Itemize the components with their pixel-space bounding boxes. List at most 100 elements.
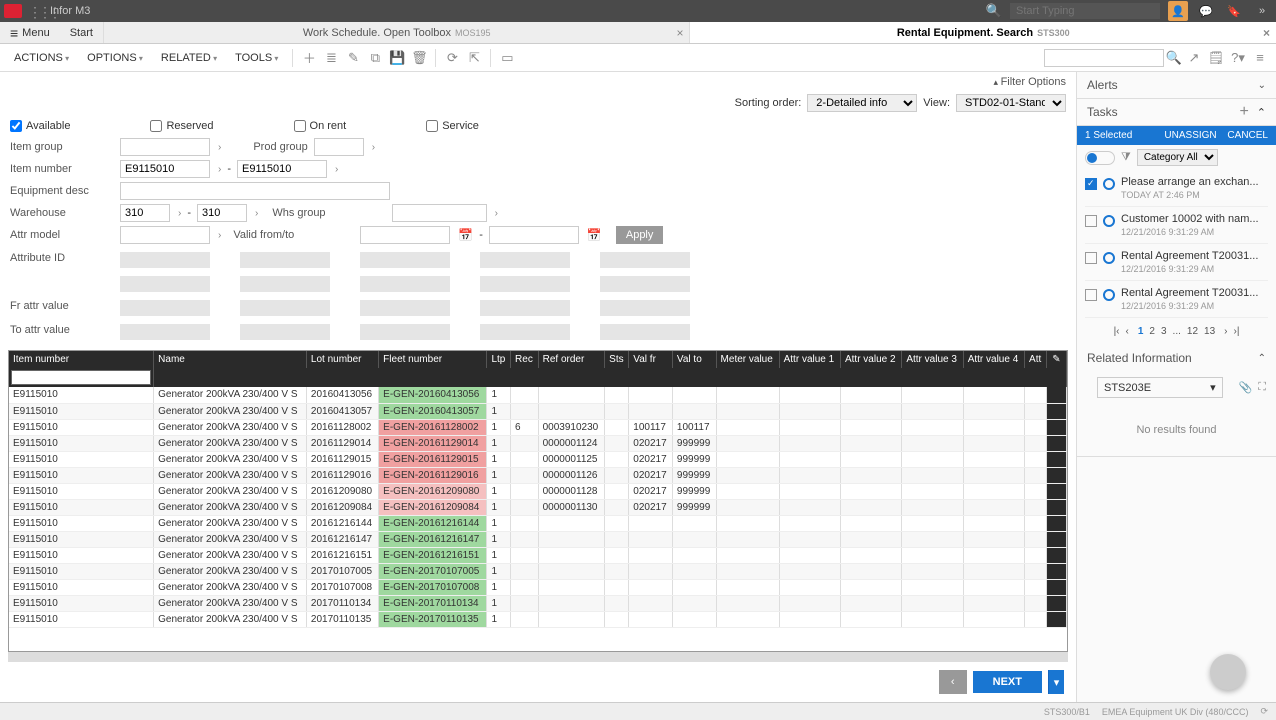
user-icon[interactable]: 👤 (1168, 1, 1188, 21)
column-header[interactable]: Val to (672, 351, 716, 368)
table-row[interactable]: E9115010Generator 200kVA 230/400 V S2016… (9, 387, 1067, 403)
table-row[interactable]: E9115010Generator 200kVA 230/400 V S2016… (9, 467, 1067, 483)
tasks-header[interactable]: Tasks (1077, 99, 1231, 125)
back-button[interactable]: ‹ (939, 670, 967, 694)
search-icon[interactable]: 🔍 (986, 3, 1002, 19)
attach-icon[interactable]: 📎 (1239, 381, 1253, 394)
table-row[interactable]: E9115010Generator 200kVA 230/400 V S2016… (9, 515, 1067, 531)
options-menu[interactable]: OPTIONS (79, 50, 151, 66)
alerts-header[interactable]: Alerts⌄ (1077, 72, 1276, 98)
table-row[interactable]: E9115010Generator 200kVA 230/400 V S2017… (9, 579, 1067, 595)
task-item[interactable]: Rental Agreement T20031... 12/21/2016 9:… (1085, 281, 1268, 318)
table-row[interactable]: E9115010Generator 200kVA 230/400 V S2016… (9, 499, 1067, 515)
next-button[interactable]: NEXT (973, 671, 1042, 693)
table-row[interactable]: E9115010Generator 200kVA 230/400 V S2016… (9, 403, 1067, 419)
column-header[interactable]: Ref order (538, 351, 605, 368)
funnel-icon[interactable]: ⧩ (1121, 151, 1131, 164)
export-icon[interactable]: ⇱ (464, 48, 484, 68)
table-row[interactable]: E9115010Generator 200kVA 230/400 V S2016… (9, 483, 1067, 499)
task-checkbox[interactable] (1085, 215, 1097, 227)
reserved-checkbox[interactable]: Reserved (150, 120, 213, 132)
pager-prev-icon[interactable]: ‹ (1126, 326, 1129, 337)
attr-model-input[interactable] (120, 226, 210, 244)
column-header[interactable]: Attr value 3 (902, 351, 963, 368)
refresh-icon[interactable]: ⟳ (442, 48, 462, 68)
table-row[interactable]: E9115010Generator 200kVA 230/400 V S2016… (9, 531, 1067, 547)
view-select[interactable]: STD02-01-Standard view (956, 94, 1066, 112)
column-header[interactable]: Fleet number (379, 351, 487, 368)
expand-icon[interactable]: » (1252, 1, 1272, 21)
item-number-from[interactable] (120, 160, 210, 178)
list-icon[interactable]: ≣ (321, 48, 341, 68)
messages-icon[interactable]: 💬 (1196, 1, 1216, 21)
open-icon[interactable]: ↗ (1184, 48, 1204, 68)
close-icon[interactable]: × (1263, 26, 1270, 40)
expand-icon[interactable]: ⛶ (1258, 381, 1266, 394)
edit-icon[interactable]: ✎ (343, 48, 363, 68)
pager-last-icon[interactable]: ›| (1233, 326, 1239, 337)
edit-column-icon[interactable]: ✎ (1047, 351, 1067, 368)
pager-page[interactable]: 2 (1149, 326, 1155, 337)
task-item[interactable]: Please arrange an exchan... TODAY AT 2:4… (1085, 170, 1268, 207)
column-header[interactable]: Ltp (487, 351, 511, 368)
task-pager[interactable]: |‹ ‹ 123...1213 › ›| (1077, 318, 1276, 345)
menu-button[interactable]: ≡Menu (0, 22, 60, 43)
task-item[interactable]: Customer 10002 with nam... 12/21/2016 9:… (1085, 207, 1268, 244)
copy-icon[interactable]: ⧉ (365, 48, 385, 68)
actions-menu[interactable]: ACTIONS (6, 50, 77, 66)
toolbar-search-input[interactable] (1044, 49, 1164, 67)
table-row[interactable]: E9115010Generator 200kVA 230/400 V S2017… (9, 563, 1067, 579)
apply-button[interactable]: Apply (616, 226, 664, 244)
category-select[interactable]: Category All (1137, 149, 1218, 166)
service-checkbox[interactable]: Service (426, 120, 479, 132)
available-checkbox[interactable]: Available (10, 120, 70, 132)
search-icon[interactable]: 🔍 (1166, 50, 1182, 66)
pager-page[interactable]: 1 (1138, 326, 1144, 337)
related-menu[interactable]: RELATED (153, 50, 225, 66)
app-grid-icon[interactable] (28, 4, 42, 18)
task-checkbox[interactable] (1085, 252, 1097, 264)
calendar-icon[interactable]: 📅 (587, 228, 602, 242)
tab-rental-equipment[interactable]: Rental Equipment. Search STS300 × (689, 22, 1276, 43)
task-checkbox[interactable] (1085, 289, 1097, 301)
pager-page[interactable]: 13 (1204, 326, 1215, 337)
global-search-input[interactable] (1010, 3, 1160, 19)
column-header[interactable]: Attr value 2 (840, 351, 901, 368)
sorting-order-select[interactable]: 2-Detailed info (807, 94, 917, 112)
note-icon[interactable]: 🗒 (1206, 48, 1226, 68)
footer-refresh-icon[interactable]: ⟳ (1260, 706, 1268, 717)
table-row[interactable]: E9115010Generator 200kVA 230/400 V S2016… (9, 547, 1067, 563)
calendar-icon[interactable]: 📅 (458, 228, 473, 242)
related-select[interactable]: STS203E▾ (1097, 377, 1223, 398)
table-row[interactable]: E9115010Generator 200kVA 230/400 V S2017… (9, 595, 1067, 611)
horizontal-scrollbar[interactable] (8, 652, 1068, 662)
column-header[interactable]: Attr value 1 (779, 351, 840, 368)
task-checkbox[interactable] (1085, 178, 1097, 190)
unassign-button[interactable]: UNASSIGN (1164, 130, 1216, 141)
help-icon[interactable]: ?▾ (1228, 48, 1248, 68)
table-row[interactable]: E9115010Generator 200kVA 230/400 V S2016… (9, 435, 1067, 451)
table-row[interactable]: E9115010Generator 200kVA 230/400 V S2016… (9, 451, 1067, 467)
pager-page[interactable]: 12 (1187, 326, 1198, 337)
save-icon[interactable]: 💾 (387, 48, 407, 68)
close-icon[interactable]: × (676, 26, 683, 40)
infor-logo[interactable] (4, 4, 22, 18)
table-row[interactable]: E9115010Generator 200kVA 230/400 V S2017… (9, 611, 1067, 627)
column-header[interactable]: Val fr (629, 351, 673, 368)
pager-first-icon[interactable]: |‹ (1114, 326, 1120, 337)
tools-menu[interactable]: TOOLS (227, 50, 286, 66)
layout-icon[interactable]: ▭ (497, 48, 517, 68)
pager-page[interactable]: ... (1173, 326, 1181, 337)
cancel-button[interactable]: CANCEL (1227, 130, 1268, 141)
bookmark-icon[interactable]: 🔖 (1224, 1, 1244, 21)
on-rent-checkbox[interactable]: On rent (294, 120, 347, 132)
results-table[interactable]: Item numberNameLot numberFleet numberLtp… (9, 351, 1067, 628)
filter-options-toggle[interactable]: Filter Options (0, 72, 1076, 92)
column-header[interactable]: Item number (9, 351, 154, 368)
column-header[interactable]: Rec (511, 351, 539, 368)
column-header[interactable]: Attr value 4 (963, 351, 1024, 368)
warehouse-to[interactable] (197, 204, 247, 222)
pager-next-icon[interactable]: › (1224, 326, 1227, 337)
prod-group-input[interactable] (314, 138, 364, 156)
task-item[interactable]: Rental Agreement T20031... 12/21/2016 9:… (1085, 244, 1268, 281)
